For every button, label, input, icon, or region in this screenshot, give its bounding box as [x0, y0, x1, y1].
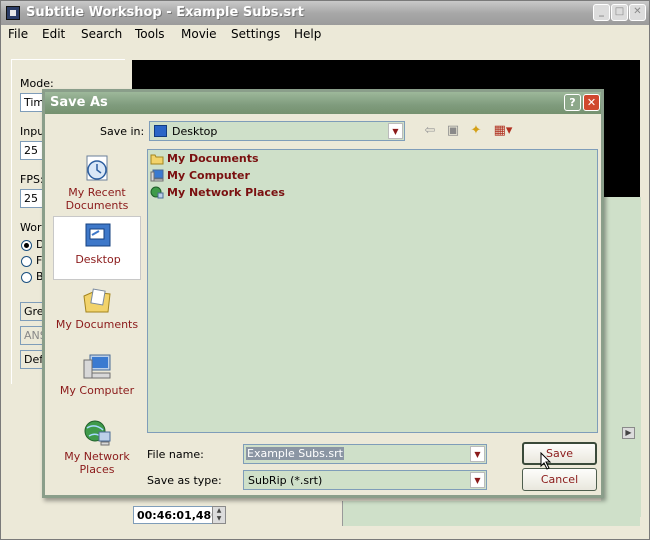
dialog-title: Save As: [50, 95, 108, 110]
text-edit-area[interactable]: [342, 501, 640, 526]
clock-document-icon: [86, 155, 108, 181]
file-name-value: Example Subs.srt: [246, 447, 344, 460]
computer-icon: [150, 169, 164, 182]
chevron-down-icon[interactable]: ▼: [470, 446, 485, 462]
place-label: Desktop: [75, 253, 121, 266]
file-name-input[interactable]: Example Subs.srt ▼: [243, 444, 487, 464]
menu-tools[interactable]: Tools: [135, 27, 165, 41]
file-name-label: File name:: [147, 448, 204, 461]
file-item-label: My Network Places: [167, 186, 285, 199]
menu-movie[interactable]: Movie: [181, 27, 217, 41]
chevron-down-icon[interactable]: ▼: [470, 472, 485, 488]
app-icon: [6, 6, 20, 20]
network-globe-icon: [84, 420, 111, 446]
file-item-label: My Computer: [167, 169, 250, 182]
fps-label: FPS:: [20, 173, 44, 186]
time-spinner[interactable]: ▲ ▼: [212, 506, 226, 524]
chevron-down-icon[interactable]: ▼: [388, 123, 403, 139]
menu-settings[interactable]: Settings: [231, 27, 280, 41]
place-desktop[interactable]: Desktop: [53, 216, 141, 280]
menu-edit[interactable]: Edit: [42, 27, 65, 41]
scroll-right-icon[interactable]: ▶: [622, 427, 635, 439]
view-menu-icon[interactable]: ▦▾: [491, 123, 515, 139]
save-type-combo[interactable]: SubRip (*.srt) ▼: [243, 470, 487, 490]
menu-help[interactable]: Help: [294, 27, 321, 41]
menubar: File Edit Search Tools Movie Settings He…: [1, 25, 649, 44]
documents-folder-icon: [83, 288, 111, 313]
save-in-label: Save in:: [100, 125, 145, 138]
up-folder-icon[interactable]: ▣: [444, 123, 462, 139]
dialog-close-button[interactable]: ✕: [583, 94, 600, 111]
place-label: My Network Places: [64, 450, 130, 476]
place-network-places[interactable]: My Network Places: [53, 414, 141, 478]
computer-icon: [83, 354, 111, 379]
places-bar: My Recent Documents Desktop My Documents: [53, 146, 141, 491]
work-radio-1[interactable]: [21, 240, 32, 251]
back-icon[interactable]: ⇦: [421, 123, 439, 139]
subtitle-list-area[interactable]: ▶: [601, 197, 641, 517]
dialog-titlebar[interactable]: Save As ? ✕: [45, 92, 601, 114]
work-radio-2[interactable]: [21, 256, 32, 267]
mouse-cursor-icon: [540, 452, 552, 470]
save-type-label: Save as type:: [147, 474, 222, 487]
save-button[interactable]: Save: [522, 442, 597, 465]
minimize-button[interactable]: _: [593, 4, 610, 21]
network-icon: [150, 186, 164, 199]
file-item-label: My Documents: [167, 152, 259, 165]
desktop-icon: [154, 125, 167, 137]
menu-search[interactable]: Search: [81, 27, 122, 41]
save-as-dialog: Save As ? ✕ Save in: Desktop ▼ ⇦ ▣ ✦ ▦▾ …: [42, 89, 604, 498]
maximize-button[interactable]: □: [611, 4, 628, 21]
close-button[interactable]: ✕: [629, 4, 646, 21]
save-in-combo[interactable]: Desktop ▼: [149, 121, 405, 141]
save-in-value: Desktop: [172, 125, 218, 138]
place-recent-documents[interactable]: My Recent Documents: [53, 150, 141, 214]
new-folder-icon[interactable]: ✦: [467, 123, 485, 139]
main-titlebar[interactable]: Subtitle Workshop - Example Subs.srt _ □…: [1, 1, 649, 25]
desktop-icon: [85, 223, 111, 247]
save-type-value: SubRip (*.srt): [248, 474, 323, 487]
place-label: My Computer: [59, 384, 135, 397]
help-button[interactable]: ?: [564, 94, 581, 111]
work-radio-3[interactable]: [21, 272, 32, 283]
menu-file[interactable]: File: [8, 27, 28, 41]
place-my-computer[interactable]: My Computer: [53, 348, 141, 412]
place-label: My Documents: [55, 318, 139, 331]
cancel-button[interactable]: Cancel: [522, 468, 597, 491]
place-my-documents[interactable]: My Documents: [53, 282, 141, 346]
folder-icon: [150, 154, 164, 165]
file-list[interactable]: My Documents My Computer My Network Plac…: [147, 149, 598, 433]
main-window-title: Subtitle Workshop - Example Subs.srt: [26, 5, 304, 20]
place-label: My Recent Documents: [65, 186, 129, 212]
